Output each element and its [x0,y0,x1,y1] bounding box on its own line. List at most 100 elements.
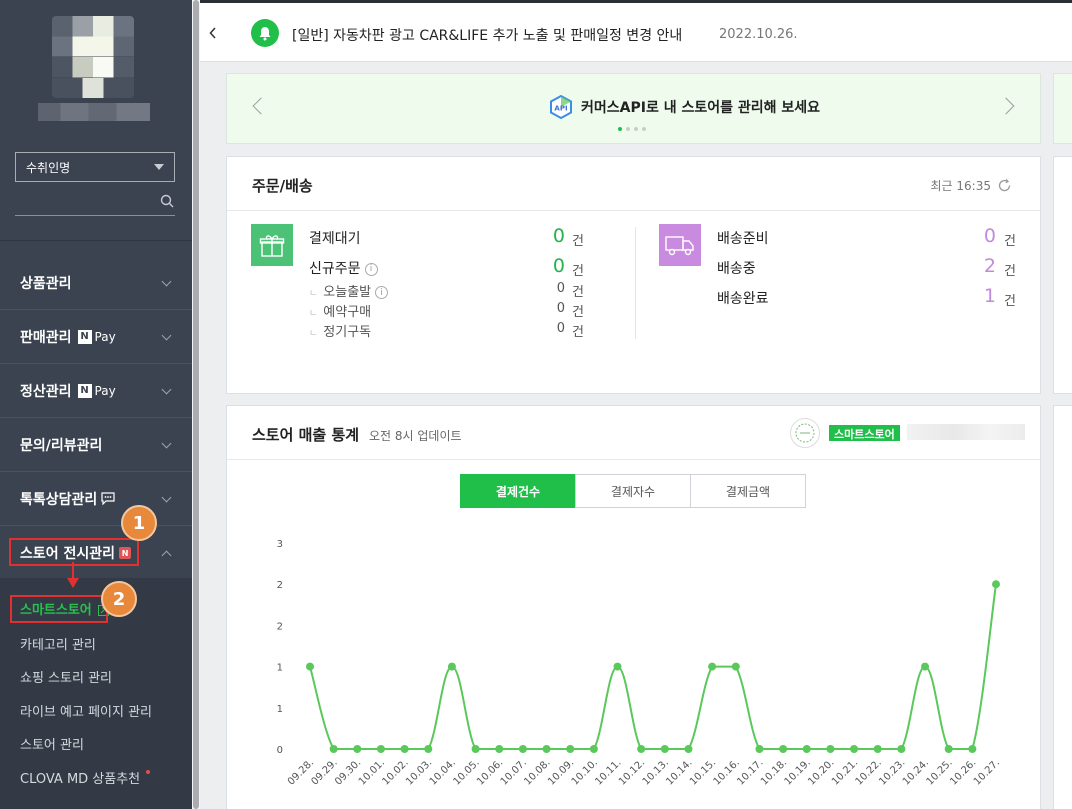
data-point [353,745,362,753]
delivery-label-preparing[interactable]: 배송준비 [717,228,769,248]
banner-prev-arrow-icon[interactable] [252,97,270,115]
annotation-arrow-head [67,578,79,588]
card-header: 주문/배송 최근 16:35 [227,157,1040,211]
y-tick-label: 2 [277,580,283,591]
menu-label: 판매관리 [20,329,72,346]
profile-name-blurred [38,103,150,121]
data-point [873,745,882,753]
menu-product-management[interactable]: 상품관리 [0,256,192,310]
delivery-label-delivered[interactable]: 배송완료 [717,288,769,308]
data-point [613,662,622,671]
menu-talktalk-consult[interactable]: 톡톡상담관리 [0,472,192,526]
submenu-live-preview[interactable]: 라이브 예고 페이지 관리 [20,701,152,720]
tab-payer-count[interactable]: 결제자수 [575,474,691,508]
dropdown-value: 수취인명 [26,160,71,175]
order-sub-subscription[interactable]: 정기구독 [309,321,371,340]
banner-next-arrow-icon[interactable] [997,97,1015,115]
bell-icon [251,19,279,47]
gift-icon [251,224,293,266]
count-unit: 건 [1004,294,1016,309]
y-tick-label: 3 [277,539,283,550]
submenu-label: CLOVA MD 상품추천 [20,772,141,787]
count-payment-pending[interactable]: 0 [545,225,565,247]
naver-n-icon: N [77,383,92,398]
count-reservation[interactable]: 0 [553,301,565,316]
page-dot[interactable] [626,127,630,131]
series-line [309,584,997,750]
promo-banner[interactable]: API 커머스API로 내 스토어를 관리해 보세요 [226,73,1041,144]
page-dot[interactable] [618,127,622,131]
data-point [944,745,953,753]
adjacent-card-edge [1053,156,1072,394]
search-type-dropdown[interactable]: 수취인명 [15,152,175,182]
submenu-shopping-story[interactable]: 쇼핑 스토리 관리 [20,667,112,686]
search-input-underline[interactable] [15,215,175,216]
sidebar-scrollbar[interactable] [193,0,199,809]
store-logo[interactable] [790,418,820,448]
order-sub-reservation[interactable]: 예약구매 [309,301,371,320]
info-icon[interactable]: i [364,262,378,276]
data-point [684,745,693,753]
annotation-highlight-box [10,595,108,623]
notice-date: 2022.10.26. [719,27,798,42]
data-point [897,745,906,753]
data-point [400,745,409,753]
count-shipping[interactable]: 2 [976,255,996,277]
annotation-highlight-box [9,538,139,566]
menu-inquiry-review[interactable]: 문의/리뷰관리 [0,418,192,472]
count-unit: 건 [572,305,584,320]
count-new-order[interactable]: 0 [545,255,565,277]
order-label-payment-pending[interactable]: 결제대기 [309,228,361,248]
divider [0,240,192,241]
card-header: 스토어 매출 통계 오전 8시 업데이트 스마트스토어 [227,406,1040,460]
card-title: 주문/배송 [252,177,313,195]
count-delivered[interactable]: 1 [976,285,996,307]
banner-title[interactable]: API 커머스API로 내 스토어를 관리해 보세요 [549,95,820,119]
adjacent-card-edge [1053,405,1072,809]
menu-label: 정산관리 [20,383,72,400]
search-icon[interactable] [160,194,174,208]
data-point [779,745,788,753]
tab-payment-count[interactable]: 결제건수 [460,474,576,508]
data-point [921,662,930,671]
data-point [660,745,669,753]
menu-sales-management[interactable]: 판매관리 N Pay [0,310,192,364]
profile-avatar[interactable] [52,16,134,98]
count-unit: 건 [572,325,584,340]
order-label-new-order[interactable]: 신규주문 i [309,258,378,278]
count-today-ship[interactable]: 0 [553,281,565,296]
submenu-clova-md[interactable]: CLOVA MD 상품추천 [20,768,151,787]
count-preparing[interactable]: 0 [976,225,996,247]
menu-settlement-management[interactable]: 정산관리 N Pay [0,364,192,418]
count-subscription[interactable]: 0 [553,321,565,336]
count-unit: 건 [1004,234,1016,249]
submenu-category[interactable]: 카테고리 관리 [20,634,96,653]
data-point [708,662,717,671]
refresh-icon[interactable] [997,178,1012,193]
collapse-sidebar-button[interactable] [200,3,226,62]
data-point [306,662,314,671]
banner-pagination[interactable] [618,127,646,131]
data-point [329,745,338,753]
delivery-label-shipping[interactable]: 배송중 [717,258,756,278]
api-icon: API [550,95,572,119]
refresh-area[interactable]: 최근 16:35 [931,177,1012,194]
banner-text: 커머스API로 내 스토어를 관리해 보세요 [581,100,820,116]
card-title: 스토어 매출 통계 [252,426,360,444]
tab-payment-amount[interactable]: 결제금액 [690,474,806,508]
order-sub-today-ship[interactable]: 오늘출발i [309,281,389,300]
page-dot[interactable] [642,127,646,131]
data-point [471,745,480,753]
submenu-store[interactable]: 스토어 관리 [20,734,84,753]
data-point [447,662,456,671]
count-unit: 건 [572,264,584,279]
page-dot[interactable] [634,127,638,131]
info-icon[interactable]: i [375,286,389,299]
x-tick-label: 10.27. [972,757,1002,787]
data-point [376,745,385,753]
npay-badge: N Pay [77,329,116,344]
naver-n-icon: N [77,329,92,344]
notice-link[interactable]: [일반] 자동차판 광고 CAR&LIFE 추가 노출 및 판매일정 변경 안내 [292,25,682,45]
y-tick-label: 1 [277,704,283,715]
y-tick-label: 0 [277,745,283,756]
